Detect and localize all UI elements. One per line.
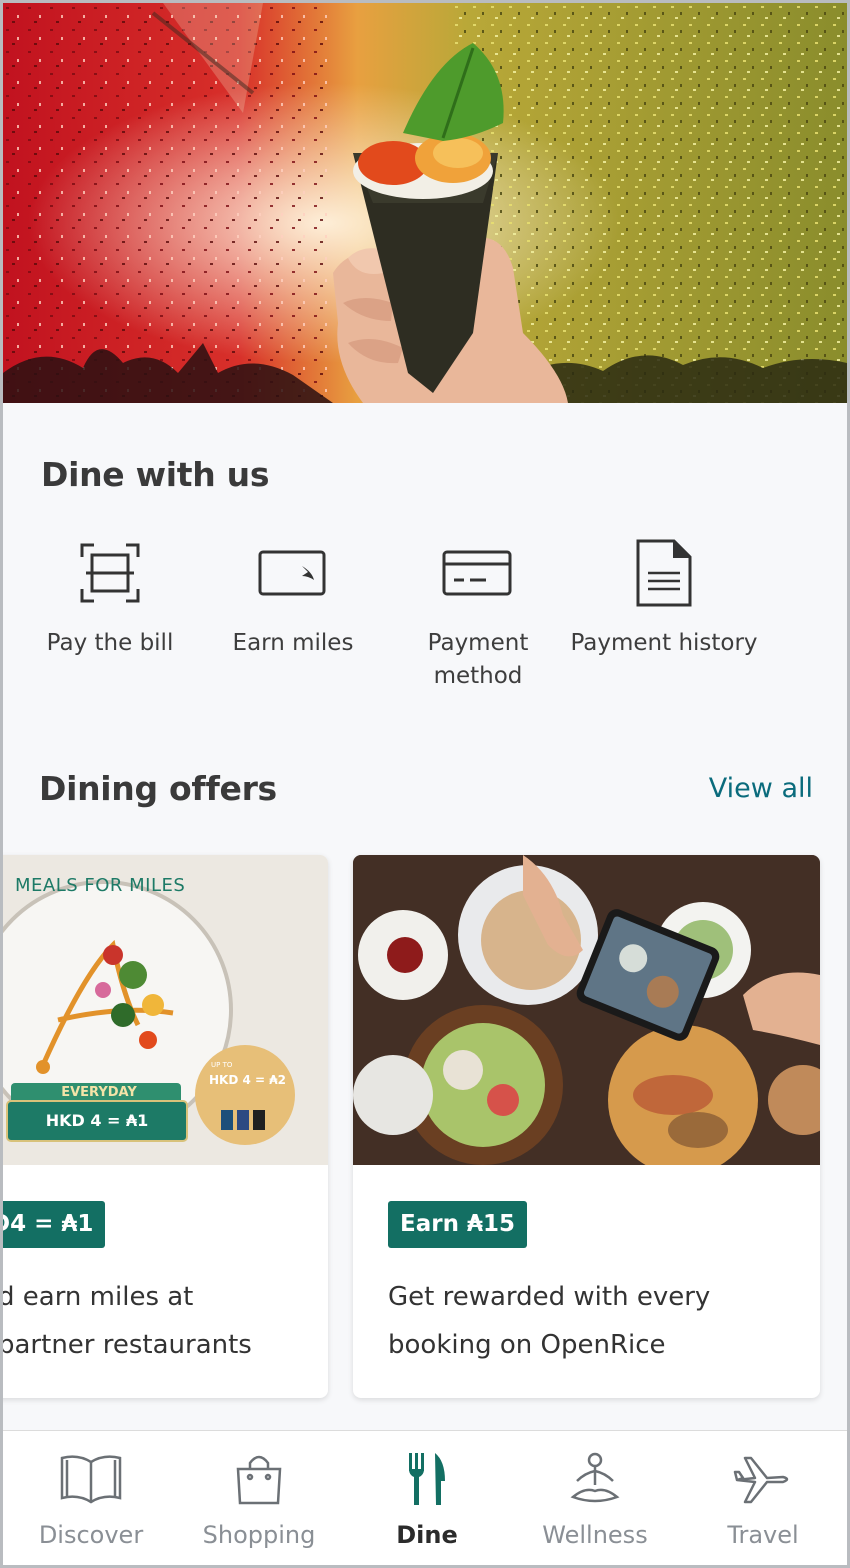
tab-discover[interactable]: Discover	[7, 1449, 175, 1549]
shopping-bag-icon	[236, 1455, 282, 1505]
tab-travel[interactable]: Travel	[679, 1449, 847, 1549]
action-label: Payment method	[427, 630, 529, 689]
action-label: Pay the bill	[46, 630, 174, 656]
app-screen: Dine with us Pay the bill Earn miles Pay…	[0, 0, 850, 1568]
offers-section-title: Dining offers	[39, 769, 277, 808]
tab-label: Discover	[38, 1521, 144, 1549]
meditation-icon	[570, 1452, 620, 1503]
dine-actions: Pay the bill Earn miles Payment method P…	[3, 533, 847, 703]
offer-card[interactable]: MEALS FOR MILES EVERYDAY HKD 4 = ₳1 UP T…	[0, 855, 328, 1398]
offer-image-rate: HKD 4 = ₳1	[45, 1111, 149, 1130]
tab-label: Shopping	[202, 1521, 316, 1549]
airplane-icon	[733, 1456, 789, 1504]
tab-dine[interactable]: Dine	[343, 1449, 511, 1549]
book-icon	[60, 1455, 122, 1504]
earn-miles-button[interactable]: Earn miles	[198, 533, 388, 660]
offer-image-headline: MEALS FOR MILES	[15, 875, 186, 896]
offer-line-2: booking on OpenRice	[388, 1330, 666, 1360]
offer-badge: D4 = ₳1	[3, 1201, 106, 1248]
fork-knife-icon	[409, 1453, 445, 1505]
offer-description: d earn miles at partner restaurants	[0, 1273, 252, 1369]
tab-shopping[interactable]: Shopping	[175, 1449, 343, 1549]
bottom-tab-bar: Discover Shopping Dine Wellness Travel	[3, 1430, 847, 1565]
offer-description: Get rewarded with every booking on OpenR…	[388, 1273, 710, 1369]
offer-line-1: Get rewarded with every	[388, 1282, 711, 1312]
offer-image-upto-label: UP TO	[211, 1061, 233, 1069]
offers-carousel[interactable]: MEALS FOR MILES EVERYDAY HKD 4 = ₳1 UP T…	[3, 855, 847, 1400]
card-plane-icon	[258, 550, 326, 596]
action-label: Payment history	[570, 630, 758, 656]
hero-banner[interactable]	[3, 3, 847, 403]
offer-line-1: d earn miles at	[0, 1282, 194, 1312]
offer-image: MEALS FOR MILES EVERYDAY HKD 4 = ₳1 UP T…	[3, 855, 328, 1165]
tab-label: Wellness	[542, 1521, 648, 1549]
offer-image-ribbon: EVERYDAY	[61, 1085, 137, 1100]
tab-label: Travel	[727, 1521, 799, 1549]
document-icon	[636, 539, 692, 607]
offer-badge: Earn ₳15	[388, 1201, 527, 1248]
payment-method-button[interactable]: Payment method	[383, 533, 573, 693]
action-label: Earn miles	[232, 630, 354, 656]
offer-image-upto-rate: HKD 4 = ₳2	[209, 1073, 286, 1087]
hero-image	[3, 3, 847, 403]
dine-section-title: Dine with us	[41, 455, 270, 494]
view-all-link[interactable]: View all	[709, 773, 813, 804]
offer-image	[353, 855, 820, 1165]
tab-label: Dine	[396, 1521, 458, 1549]
credit-card-icon	[442, 550, 512, 596]
scan-icon	[80, 543, 140, 603]
payment-history-button[interactable]: Payment history	[569, 533, 759, 660]
offer-line-2: partner restaurants	[0, 1330, 252, 1360]
tab-wellness[interactable]: Wellness	[511, 1449, 679, 1549]
offer-card[interactable]: Earn ₳15 Get rewarded with every booking…	[353, 855, 820, 1398]
pay-the-bill-button[interactable]: Pay the bill	[15, 533, 205, 660]
